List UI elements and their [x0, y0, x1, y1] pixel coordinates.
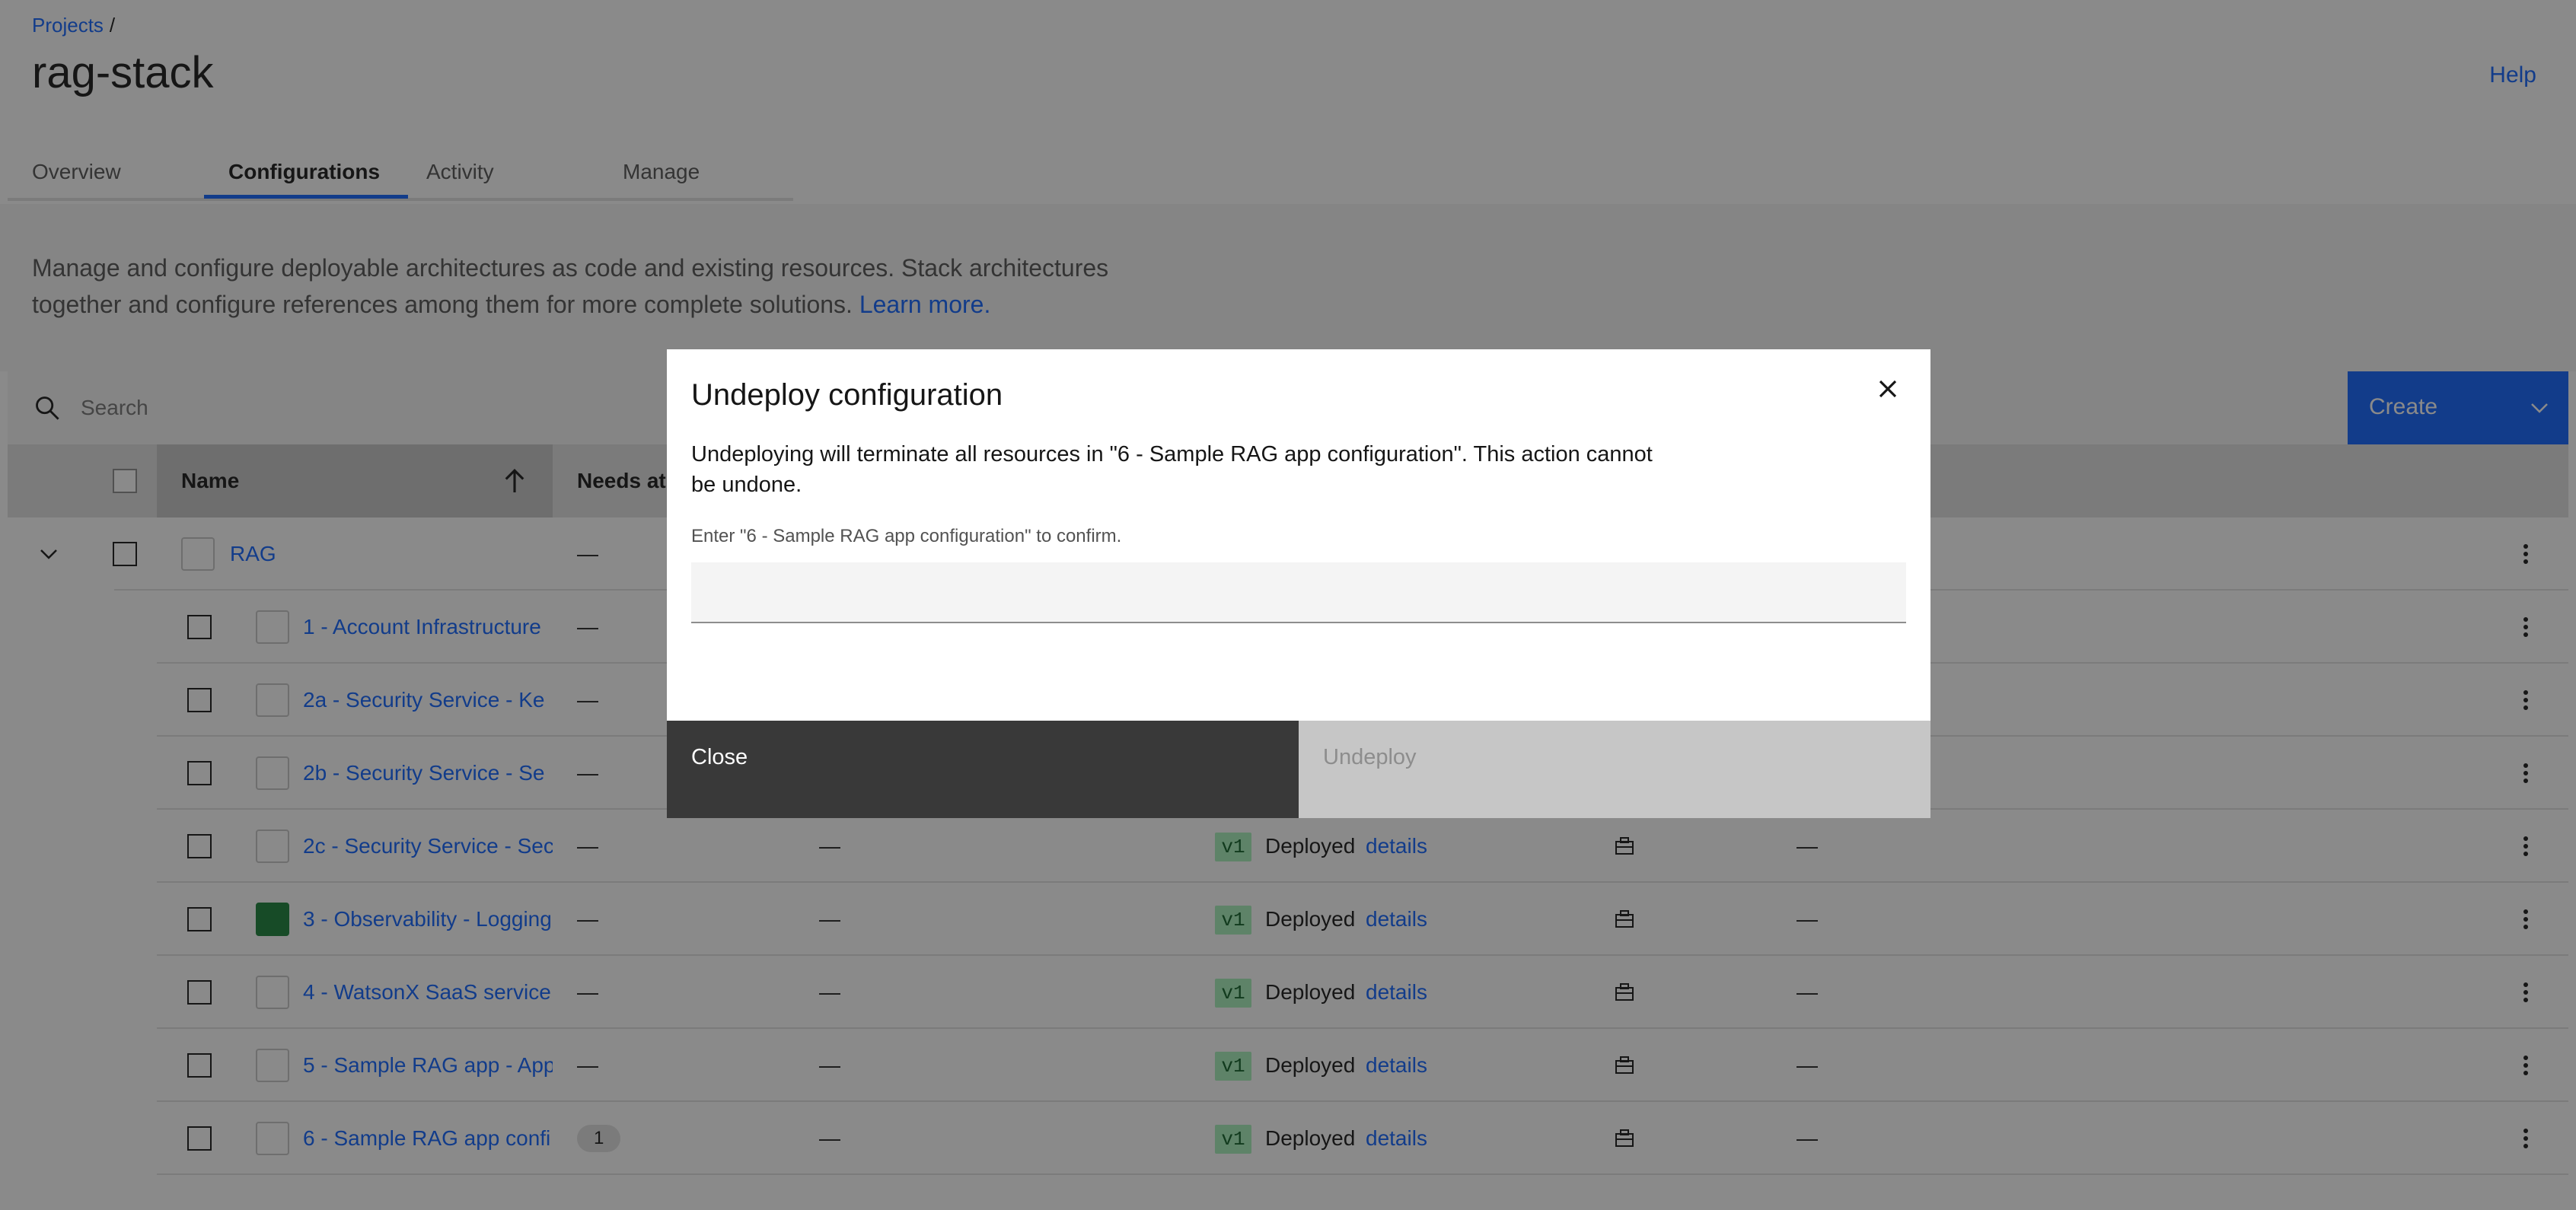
undeploy-modal: Undeploy configuration Undeploying will … [667, 349, 1930, 818]
confirm-input-label: Enter "6 - Sample RAG app configuration"… [691, 526, 1122, 546]
close-button[interactable]: Close [667, 721, 1299, 818]
confirm-name-input[interactable] [691, 562, 1906, 623]
modal-title: Undeploy configuration [691, 378, 1003, 412]
undeploy-button-label: Undeploy [1323, 745, 1417, 769]
undeploy-button[interactable]: Undeploy [1299, 721, 1930, 818]
close-button-label: Close [691, 745, 748, 769]
modal-body-text: Undeploying will terminate all resources… [691, 442, 1653, 497]
close-icon[interactable] [1873, 374, 1903, 404]
